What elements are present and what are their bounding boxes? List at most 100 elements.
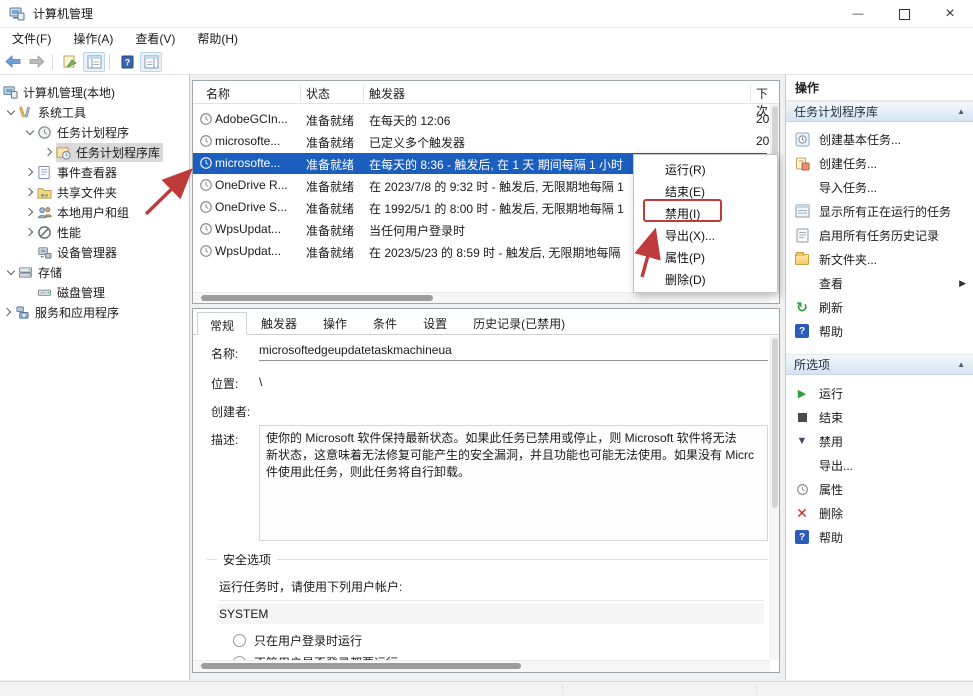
action-help-2[interactable]: ? 帮助 xyxy=(786,525,973,549)
action-pane-toggle[interactable] xyxy=(140,52,162,72)
performance-icon xyxy=(37,225,52,240)
context-menu-delete[interactable]: 删除(D) xyxy=(634,268,777,290)
column-name[interactable]: 名称 xyxy=(206,85,230,102)
help-icon: ? xyxy=(795,324,809,338)
location-field-label: 位置: xyxy=(211,375,238,392)
security-options-group: 安全选项 运行任务时，请使用下列用户帐户: SYSTEM 只在用户登录时运行 不… xyxy=(207,559,768,667)
tab-settings[interactable]: 设置 xyxy=(411,311,459,334)
tree-item-disk-management[interactable]: 磁盘管理 xyxy=(0,282,189,302)
details-horizontal-scrollbar[interactable] xyxy=(193,660,770,672)
radio-icon[interactable] xyxy=(233,634,246,647)
delete-icon: ✕ xyxy=(796,505,808,522)
action-help[interactable]: ? 帮助 xyxy=(786,319,973,343)
chevron-right-icon[interactable] xyxy=(24,166,37,179)
task-row[interactable]: AdobeGCIn... 准备就绪 在每天的 12:06 202 xyxy=(193,109,767,130)
toolbar-separator xyxy=(52,54,53,70)
tree-item-system-tools[interactable]: 系统工具 xyxy=(0,102,189,122)
maximize-button[interactable] xyxy=(881,0,927,28)
chevron-right-icon[interactable] xyxy=(24,186,37,199)
shared-folder-icon xyxy=(37,185,52,200)
tree-item-shared-folders[interactable]: 共享文件夹 xyxy=(0,182,189,202)
tab-conditions[interactable]: 条件 xyxy=(361,311,409,334)
action-create-task[interactable]: 创建任务... xyxy=(786,151,973,175)
tree-item-storage[interactable]: 存储 xyxy=(0,262,189,282)
action-disable[interactable]: ▼ 禁用 xyxy=(786,429,973,453)
security-options-label: 安全选项 xyxy=(217,551,277,568)
action-create-basic-task[interactable]: 创建基本任务... xyxy=(786,127,973,151)
column-trigger[interactable]: 触发器 xyxy=(369,85,405,102)
account-value: SYSTEM xyxy=(217,604,764,624)
description-field-label: 描述: xyxy=(211,431,238,448)
minimize-button[interactable] xyxy=(835,0,881,28)
action-end[interactable]: 结束 xyxy=(786,405,973,429)
tree-item-computer-management[interactable]: 计算机管理(本地) xyxy=(0,82,189,102)
location-field-value[interactable]: \ xyxy=(259,375,768,389)
action-import-task[interactable]: 导入任务... xyxy=(786,175,973,199)
forward-button[interactable] xyxy=(26,52,48,72)
menu-file[interactable]: 文件(F) xyxy=(2,28,61,49)
export-list-button[interactable] xyxy=(59,52,81,72)
name-field-label: 名称: xyxy=(211,345,238,362)
menu-action[interactable]: 操作(A) xyxy=(63,28,123,49)
tree-item-device-manager[interactable]: 设备管理器 xyxy=(0,242,189,262)
chevron-down-icon[interactable] xyxy=(24,126,37,139)
basic-task-icon xyxy=(795,132,810,147)
tree-item-local-users-groups[interactable]: 本地用户和组 xyxy=(0,202,189,222)
section-task-scheduler-library[interactable]: 任务计划程序库 xyxy=(786,101,973,122)
action-run[interactable]: ▶ 运行 xyxy=(786,381,973,405)
column-status[interactable]: 状态 xyxy=(306,85,330,102)
chevron-right-icon[interactable] xyxy=(24,226,37,239)
tab-triggers[interactable]: 触发器 xyxy=(249,311,309,334)
context-menu-export[interactable]: 导出(X)... xyxy=(634,224,777,246)
context-menu-properties[interactable]: 属性(P) xyxy=(634,246,777,268)
chevron-down-icon[interactable] xyxy=(5,266,18,279)
selected-tree-item: 任务计划程序库 xyxy=(56,143,163,162)
section-selected-item[interactable]: 所选项 xyxy=(786,354,973,375)
action-export[interactable]: 导出... xyxy=(786,453,973,477)
toolbar: ? xyxy=(0,49,973,75)
action-properties[interactable]: 属性 xyxy=(786,477,973,501)
radio-run-logged-on[interactable]: 只在用户登录时运行 xyxy=(233,632,362,649)
tab-general[interactable]: 常规 xyxy=(197,312,247,335)
chevron-right-icon[interactable] xyxy=(24,206,37,219)
history-icon xyxy=(796,228,809,243)
list-horizontal-scrollbar[interactable] xyxy=(193,292,770,303)
back-button[interactable] xyxy=(2,52,24,72)
clock-icon xyxy=(37,125,52,140)
menu-help[interactable]: 帮助(H) xyxy=(187,28,248,49)
computer-icon xyxy=(3,85,18,100)
help-button[interactable]: ? xyxy=(116,52,138,72)
action-new-folder[interactable]: 新文件夹... xyxy=(786,247,973,271)
chevron-down-icon[interactable] xyxy=(5,106,18,119)
close-button[interactable] xyxy=(927,0,973,28)
console-tree-panel: 计算机管理(本地) 系统工具 任务计划程序 任务计划程序库 事件查看器 xyxy=(0,75,190,680)
action-refresh[interactable]: ↻ 刷新 xyxy=(786,295,973,319)
actions-panel-title: 操作 xyxy=(786,75,973,101)
tree-item-task-scheduler[interactable]: 任务计划程序 xyxy=(0,122,189,142)
details-vertical-scrollbar[interactable] xyxy=(770,336,779,659)
help-book-icon: ? xyxy=(121,55,134,69)
name-field-value[interactable]: microsoftedgeupdatetaskmachineua xyxy=(259,343,768,361)
tab-history[interactable]: 历史记录(已禁用) xyxy=(461,311,577,334)
description-field-value[interactable]: 使你的 Microsoft 软件保持最新状态。如果此任务已禁用或停止，则 Mic… xyxy=(259,425,768,541)
chevron-right-icon[interactable] xyxy=(2,306,15,319)
tree-item-services-applications[interactable]: 服务和应用程序 xyxy=(0,302,189,322)
tree-item-task-scheduler-library[interactable]: 任务计划程序库 xyxy=(0,142,189,162)
context-menu-run[interactable]: 运行(R) xyxy=(634,158,777,180)
forward-arrow-icon xyxy=(29,55,45,68)
create-task-icon xyxy=(795,156,810,171)
blank-icon xyxy=(794,457,810,473)
blank-icon xyxy=(794,275,810,291)
chevron-right-icon[interactable] xyxy=(43,146,56,159)
tab-actions[interactable]: 操作 xyxy=(311,311,359,334)
console-tree-toggle[interactable] xyxy=(83,52,105,72)
action-enable-task-history[interactable]: 启用所有任务历史记录 xyxy=(786,223,973,247)
tree-item-performance[interactable]: 性能 xyxy=(0,222,189,242)
action-delete[interactable]: ✕ 删除 xyxy=(786,501,973,525)
tree-item-event-viewer[interactable]: 事件查看器 xyxy=(0,162,189,182)
menu-view[interactable]: 查看(V) xyxy=(125,28,185,49)
action-pane-icon xyxy=(144,55,159,69)
action-view[interactable]: 查看 xyxy=(786,271,973,295)
action-display-running-tasks[interactable]: 显示所有正在运行的任务 xyxy=(786,199,973,223)
task-row[interactable]: microsofte... 准备就绪 已定义多个触发器 202 xyxy=(193,131,767,152)
